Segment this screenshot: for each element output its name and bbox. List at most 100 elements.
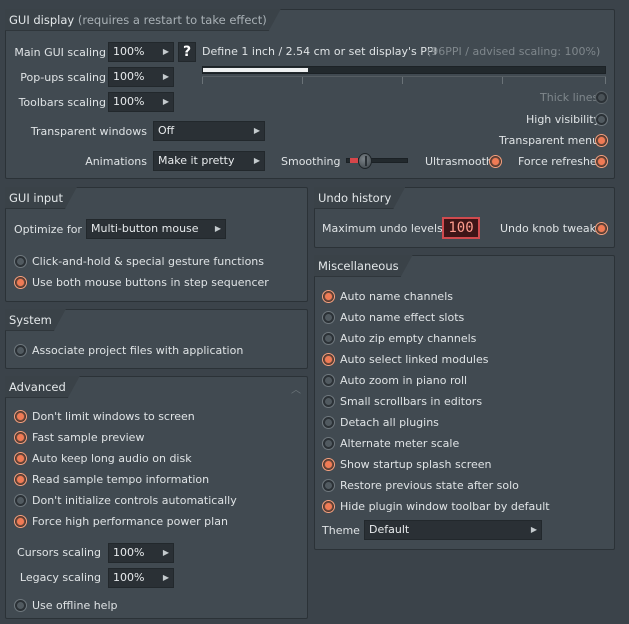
misc-option[interactable]: Auto select linked modules	[322, 352, 612, 368]
misc-radio-1[interactable]	[322, 311, 335, 324]
misc-radio-4[interactable]	[322, 374, 335, 387]
misc-radio-9[interactable]	[322, 479, 335, 492]
chevron-right-icon: ▶	[162, 72, 169, 81]
advanced-option-label: Don't initialize controls automatically	[32, 494, 237, 507]
advanced-radio-4[interactable]	[14, 494, 27, 507]
cursors-scaling-field[interactable]: 100% ▶	[108, 543, 174, 563]
popups-scaling-field[interactable]: 100% ▶	[108, 67, 174, 87]
optimize-for-dropdown[interactable]: Multi-button mouse ▶	[86, 219, 226, 239]
advanced-option[interactable]: Force high performance power plan	[14, 514, 304, 530]
gui-input-title: GUI input	[5, 187, 77, 209]
animations-dropdown[interactable]: Make it pretty ▶	[153, 151, 265, 171]
misc-option[interactable]: Small scrollbars in editors	[322, 394, 612, 410]
advanced-option-label: Auto keep long audio on disk	[32, 452, 192, 465]
misc-option[interactable]: Hide plugin window toolbar by default	[322, 499, 612, 515]
advanced-option[interactable]: Auto keep long audio on disk	[14, 451, 304, 467]
advanced-radio-3[interactable]	[14, 473, 27, 486]
undo-history-panel: Undo history Maximum undo levels 100 Und…	[314, 187, 615, 248]
system-option[interactable]: Associate project files with application	[14, 343, 304, 359]
toolbars-scaling-field[interactable]: 100% ▶	[108, 92, 174, 112]
undo-knob-tweaks-radio[interactable]	[595, 222, 608, 235]
force-refreshes-radio[interactable]	[595, 155, 608, 168]
misc-option[interactable]: Show startup splash screen	[322, 457, 612, 473]
gui-input-radio-0[interactable]	[14, 255, 27, 268]
misc-option-label: Auto zoom in piano roll	[340, 374, 468, 387]
misc-option-label: Show startup splash screen	[340, 458, 492, 471]
misc-option-label: Alternate meter scale	[340, 437, 460, 450]
advanced-panel: Advanced ︿ Don't limit windows to screen…	[5, 376, 308, 619]
offline-help-radio[interactable]	[14, 599, 27, 612]
smoothing-slider[interactable]	[346, 153, 408, 169]
undo-knob-tweaks-label: Undo knob tweaks	[500, 222, 602, 235]
gui-input-option-label: Click-and-hold & special gesture functio…	[32, 255, 265, 268]
optimize-for-label: Optimize for	[14, 223, 82, 236]
thick-lines-label: Thick lines	[540, 91, 599, 104]
misc-option-label: Auto name channels	[340, 290, 453, 303]
associate-files-radio[interactable]	[14, 344, 27, 357]
advanced-option[interactable]: Read sample tempo information	[14, 472, 304, 488]
misc-option[interactable]: Restore previous state after solo	[322, 478, 612, 494]
offline-help-option[interactable]: Use offline help	[14, 598, 214, 614]
misc-option-label: Auto zip empty channels	[340, 332, 477, 345]
gui-input-option[interactable]: Use both mouse buttons in step sequencer	[14, 275, 304, 291]
gui-display-subtitle: (requires a restart to take effect)	[77, 13, 267, 27]
misc-radio-0[interactable]	[322, 290, 335, 303]
misc-radio-8[interactable]	[322, 458, 335, 471]
misc-radio-10[interactable]	[322, 500, 335, 513]
ppi-info: (96PPI / advised scaling: 100%)	[427, 45, 601, 58]
max-undo-levels-label: Maximum undo levels	[322, 222, 443, 235]
advanced-radio-2[interactable]	[14, 452, 27, 465]
chevron-right-icon: ▶	[162, 97, 169, 106]
smoothing-slider-handle[interactable]	[358, 153, 372, 169]
misc-option-label: Restore previous state after solo	[340, 479, 519, 492]
misc-option[interactable]: Auto zip empty channels	[322, 331, 612, 347]
undo-history-title: Undo history	[314, 187, 405, 209]
misc-radio-5[interactable]	[322, 395, 335, 408]
misc-option-label: Hide plugin window toolbar by default	[340, 500, 550, 513]
misc-radio-3[interactable]	[322, 353, 335, 366]
misc-option[interactable]: Auto zoom in piano roll	[322, 373, 612, 389]
cursors-scaling-label: Cursors scaling	[17, 546, 101, 559]
toolbars-scaling-label: Toolbars scaling	[18, 96, 106, 109]
theme-dropdown[interactable]: Default ▶	[364, 520, 542, 540]
misc-option[interactable]: Auto name effect slots	[322, 310, 612, 326]
help-button[interactable]: ?	[178, 42, 196, 62]
misc-option[interactable]: Auto name channels	[322, 289, 612, 305]
ppi-slider[interactable]	[202, 66, 606, 74]
force-refreshes-label: Force refreshes	[518, 155, 603, 168]
transparent-menus-radio[interactable]	[595, 134, 608, 147]
legacy-scaling-field[interactable]: 100% ▶	[108, 568, 174, 588]
transparent-menus-label: Transparent menus	[499, 134, 605, 147]
advanced-option-label: Fast sample preview	[32, 431, 145, 444]
transparent-windows-label: Transparent windows	[30, 125, 147, 138]
gui-input-radio-1[interactable]	[14, 276, 27, 289]
thick-lines-radio[interactable]	[595, 91, 608, 104]
advanced-radio-1[interactable]	[14, 431, 27, 444]
collapse-chevron-icon[interactable]: ︿	[291, 381, 301, 396]
gui-display-title: GUI display (requires a restart to take …	[5, 9, 281, 31]
main-gui-scaling-field[interactable]: 100% ▶	[108, 42, 174, 62]
misc-option-label: Auto name effect slots	[340, 311, 465, 324]
main-gui-scaling-label: Main GUI scaling	[14, 46, 106, 59]
advanced-radio-0[interactable]	[14, 410, 27, 423]
misc-radio-7[interactable]	[322, 437, 335, 450]
misc-radio-6[interactable]	[322, 416, 335, 429]
misc-option[interactable]: Alternate meter scale	[322, 436, 612, 452]
max-undo-levels-value[interactable]: 100	[442, 217, 480, 239]
high-visibility-radio[interactable]	[595, 113, 608, 126]
advanced-radio-5[interactable]	[14, 515, 27, 528]
misc-panel: Miscellaneous Auto name channels Auto na…	[314, 255, 615, 550]
advanced-option[interactable]: Don't limit windows to screen	[14, 409, 304, 425]
advanced-option-label: Read sample tempo information	[32, 473, 210, 486]
animations-label: Animations	[85, 155, 147, 168]
transparent-windows-dropdown[interactable]: Off ▶	[153, 121, 265, 141]
chevron-right-icon: ▶	[530, 525, 537, 534]
gui-input-option[interactable]: Click-and-hold & special gesture functio…	[14, 254, 304, 270]
ultrasmooth-radio[interactable]	[489, 155, 502, 168]
misc-radio-2[interactable]	[322, 332, 335, 345]
advanced-option[interactable]: Fast sample preview	[14, 430, 304, 446]
advanced-title: Advanced	[5, 376, 80, 398]
advanced-option[interactable]: Don't initialize controls automatically	[14, 493, 304, 509]
misc-option[interactable]: Detach all plugins	[322, 415, 612, 431]
offline-help-label: Use offline help	[32, 599, 118, 612]
